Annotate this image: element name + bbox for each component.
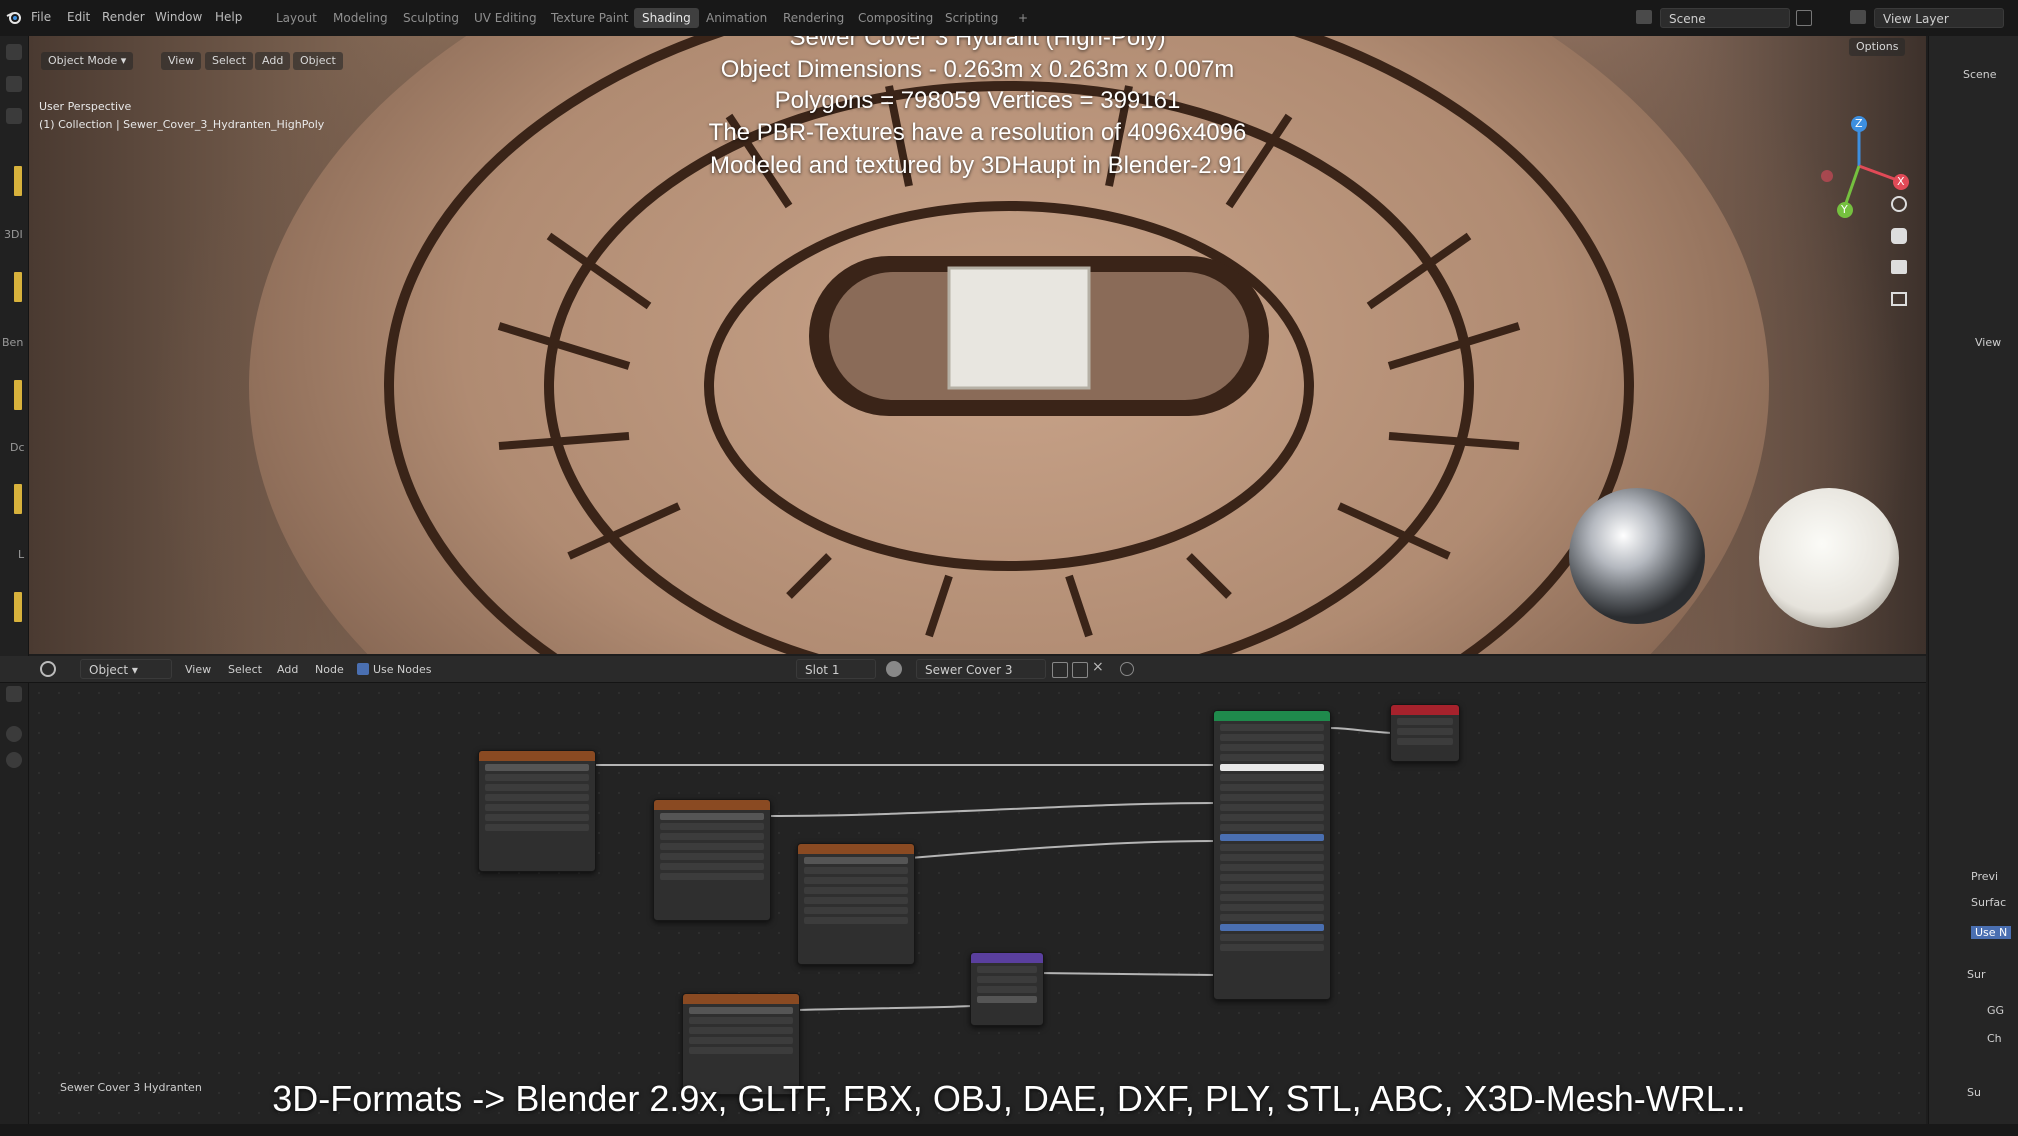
tab-animation[interactable]: Animation (698, 8, 775, 28)
principled-bsdf-node[interactable] (1213, 710, 1331, 1000)
scene-icon[interactable] (1636, 10, 1652, 24)
view-layer-field-label: View Layer (1883, 12, 1949, 26)
copy-icon[interactable] (1072, 662, 1088, 678)
gizmo-x-label: X (1897, 175, 1905, 188)
grid-icon[interactable] (1891, 292, 1907, 306)
material-output-node[interactable] (1390, 704, 1460, 762)
image-texture-node[interactable] (478, 750, 596, 872)
file-label: Ben (2, 336, 24, 349)
view-tab-label[interactable]: View (1975, 336, 2001, 349)
file-label: Dc (10, 441, 25, 454)
material-field[interactable]: Sewer Cover 3 Hydr... (916, 659, 1046, 697)
property-label: GG (1987, 1004, 2005, 1017)
tab-shading[interactable]: Shading (634, 8, 699, 28)
image-texture-node[interactable] (653, 799, 771, 921)
file-thumbnail[interactable] (14, 592, 22, 622)
zoom-icon[interactable] (6, 726, 22, 742)
tab-texture-paint[interactable]: Texture Paint (543, 8, 636, 28)
preview-label[interactable]: Previ (1971, 870, 1998, 883)
hand-icon[interactable] (6, 752, 22, 768)
left-toolbar: 3DI Ben Dc L (0, 36, 29, 1136)
add-workspace-button[interactable]: + (1010, 8, 1036, 28)
shader-type-selector[interactable]: Object ▾ (80, 659, 172, 679)
surface-property-label: Sur (1967, 968, 1986, 981)
tab-uv-editing[interactable]: UV Editing (466, 8, 545, 28)
textures-text: The PBR-Textures have a resolution of 40… (708, 119, 1247, 146)
blender-logo-icon[interactable] (6, 9, 22, 25)
tab-sculpting[interactable]: Sculpting (395, 8, 467, 28)
tab-scripting[interactable]: Scripting (937, 8, 1006, 28)
right-panel: Scene View Previ Surfac Use N Sur GG Ch … (1928, 36, 2018, 1136)
use-nodes-button[interactable]: Use N (1971, 926, 2012, 939)
scene-field[interactable]: Scene (1660, 8, 1790, 28)
menu-render[interactable]: Render (102, 10, 145, 24)
view-layer-icon[interactable] (1850, 10, 1866, 24)
tab-layout[interactable]: Layout (268, 8, 325, 28)
view-layer-field[interactable]: View Layer (1874, 8, 2004, 28)
node-links (591, 727, 1393, 1011)
file-thumbnail[interactable] (14, 380, 22, 410)
file-thumbnail[interactable] (14, 272, 22, 302)
formats-caption: 3D-Formats -> Blender 2.9x, GLTF, FBX, O… (272, 1078, 1746, 1119)
gizmo-y-label: Y (1841, 203, 1848, 216)
file-thumbnail[interactable] (14, 166, 22, 196)
file-browser-icon[interactable] (6, 44, 22, 60)
file-label: 3DI (4, 228, 23, 241)
slot-selector[interactable]: Slot 1 (796, 659, 876, 679)
node-menu-node[interactable]: Node (315, 663, 344, 676)
node-menu-select[interactable]: Select (228, 663, 262, 676)
3d-viewport[interactable]: Object Mode ▾ View Select Add Object Opt… (29, 36, 1926, 654)
property-label: Ch (1987, 1032, 2002, 1045)
zoom-icon[interactable] (1891, 196, 1907, 212)
gizmo-z-label: Z (1855, 117, 1863, 130)
camera-icon[interactable] (1891, 260, 1907, 274)
fake-user-icon[interactable] (1052, 662, 1068, 678)
file-label: L (18, 548, 25, 561)
editor-type-icon[interactable] (40, 661, 56, 677)
image-icon[interactable] (6, 686, 22, 702)
use-nodes-label: Use Nodes (373, 663, 432, 676)
shader-type-label: Object (89, 663, 129, 677)
menu-window[interactable]: Window (155, 10, 202, 24)
close-icon[interactable]: × (1092, 660, 1106, 674)
node-editor[interactable]: Sewer Cover 3 Hydranten (29, 683, 1926, 1127)
material-sphere-icon[interactable] (886, 661, 902, 677)
new-scene-icon[interactable] (1796, 10, 1812, 26)
search-icon[interactable] (6, 108, 22, 124)
node-menu-view[interactable]: View (185, 663, 211, 676)
credit-text: Modeled and textured by 3DHaupt in Blend… (709, 152, 1245, 179)
image-icon[interactable] (6, 76, 22, 92)
pan-hand-icon[interactable] (1891, 228, 1907, 244)
slot-label: Slot 1 (805, 663, 840, 677)
scene-field-label: Scene (1669, 12, 1706, 26)
tab-compositing[interactable]: Compositing (850, 8, 941, 28)
tab-modeling[interactable]: Modeling (325, 8, 396, 28)
dimensions-text: Object Dimensions - 0.263m x 0.263m x 0.… (720, 56, 1235, 83)
tab-rendering[interactable]: Rendering (775, 8, 852, 28)
menu-file[interactable]: File (31, 10, 51, 24)
image-texture-node[interactable] (797, 843, 915, 965)
outliner-scene-label: Scene (1963, 68, 1997, 81)
surface-label[interactable]: Surfac (1971, 896, 2006, 909)
top-bar: File Edit Render Window Help Layout Mode… (0, 0, 2018, 36)
pin-icon[interactable] (1120, 662, 1134, 676)
node-menu-add[interactable]: Add (277, 663, 298, 676)
menu-help[interactable]: Help (215, 10, 242, 24)
polygons-text: Polygons = 798059 Vertices = 399161 (774, 87, 1181, 114)
use-nodes-checkbox[interactable] (357, 663, 369, 675)
model-title: Sewer Cover 3 Hydrant (High-Poly) (789, 36, 1166, 51)
menu-edit[interactable]: Edit (67, 10, 90, 24)
status-bar (0, 1124, 2018, 1136)
normal-map-node[interactable] (970, 952, 1044, 1026)
file-thumbnail[interactable] (14, 484, 22, 514)
node-editor-header: Object ▾ View Select Add Node Use Nodes … (0, 656, 1926, 697)
